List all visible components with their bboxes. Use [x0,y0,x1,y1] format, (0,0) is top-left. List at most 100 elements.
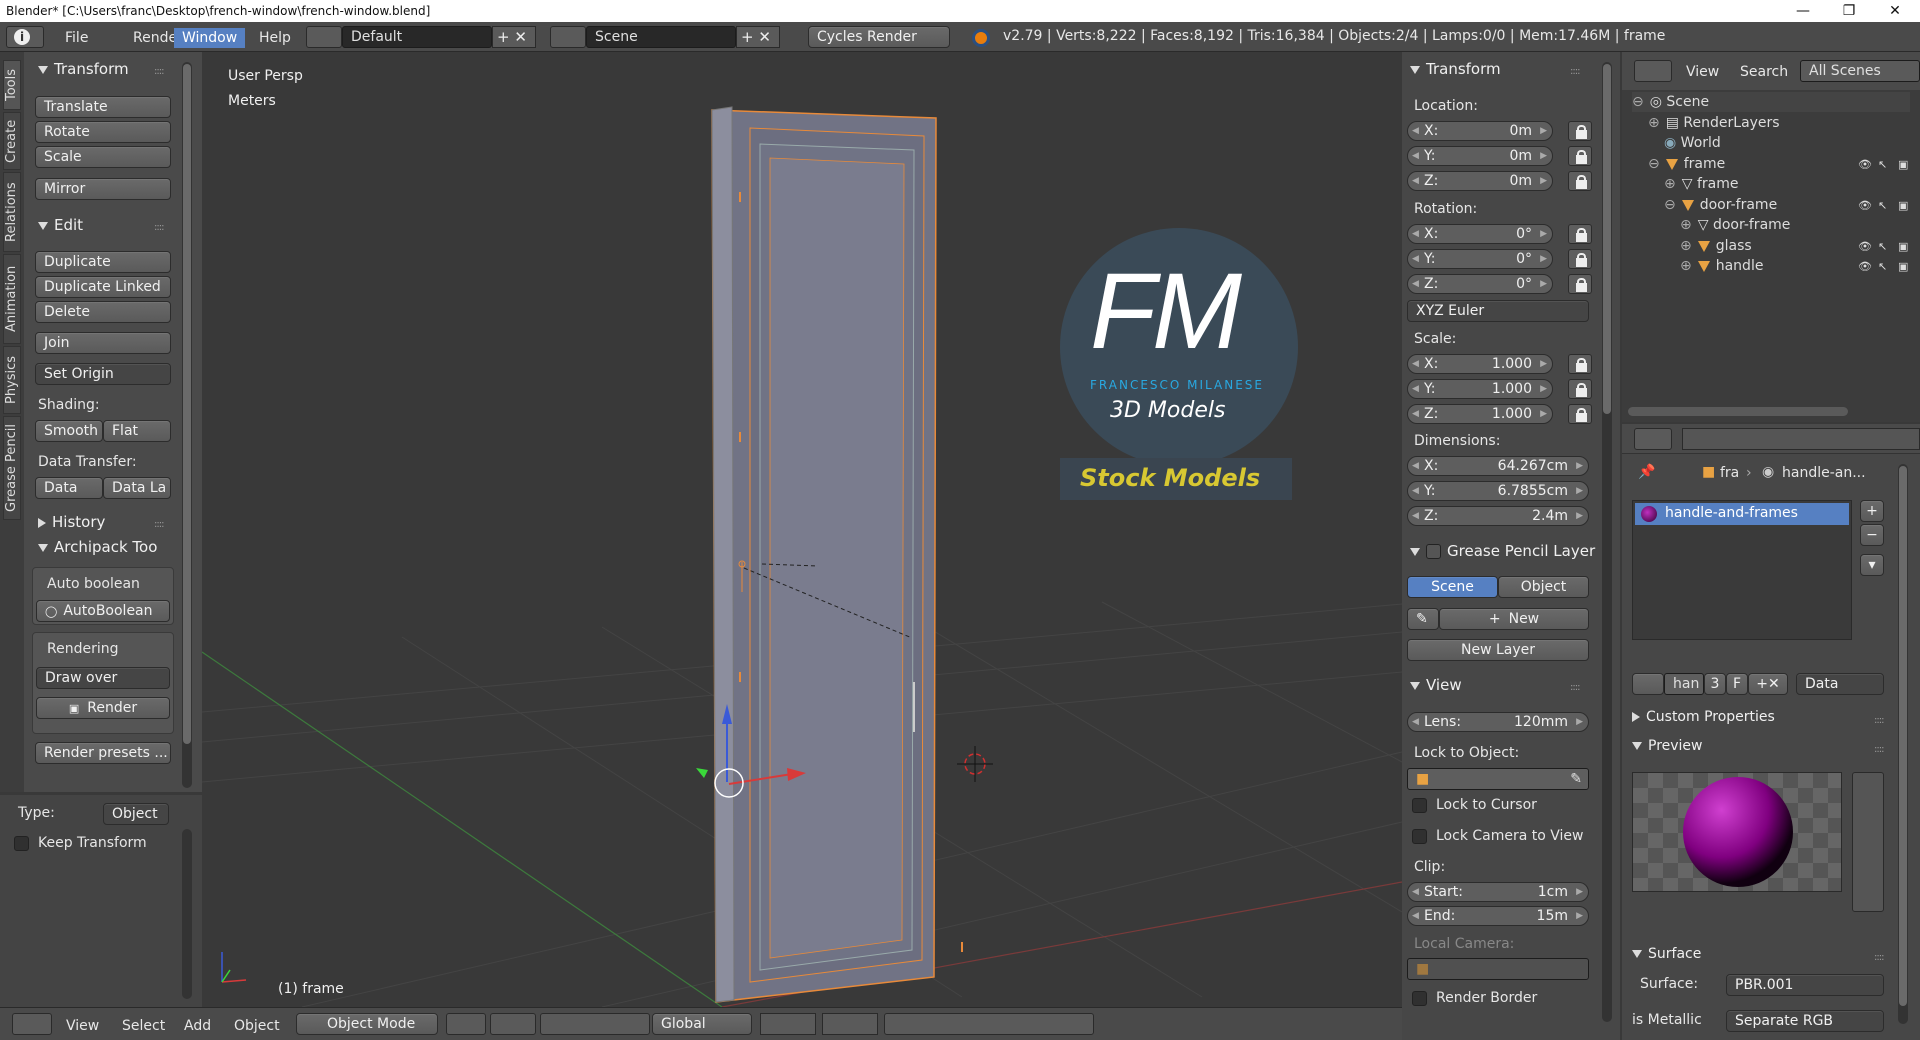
lock-icon[interactable] [1568,404,1592,424]
delete-button[interactable]: Delete [35,301,171,323]
lock-icon[interactable] [1568,379,1592,399]
mirror-button[interactable]: Mirror [35,178,171,200]
scrollbar-thumb[interactable] [183,64,191,744]
preview-header[interactable]: Preview [1632,738,1703,754]
lock-icon[interactable] [1568,171,1592,191]
dimensions-x-field[interactable]: ◀ X: 64.267cm ▶ [1407,456,1589,476]
scrollbar-thumb[interactable] [1899,466,1907,1006]
is-metallic-select[interactable]: Separate RGB [1726,1010,1884,1032]
drag-handle-icon[interactable]: :::: [154,222,165,233]
render-camera-icon[interactable]: ▣ [1898,199,1908,212]
outliner-row-frame[interactable]: ⊖ frame [1648,154,1725,174]
render-engine-select[interactable]: Cycles Render [808,26,950,48]
smooth-button[interactable]: Smooth [35,420,103,442]
editor-type-button[interactable]: i [6,26,44,48]
translate-button[interactable]: Translate [35,96,171,118]
render-camera-icon[interactable]: ▣ [1898,158,1908,171]
layers-group-2[interactable] [822,1013,878,1035]
drag-handle-icon[interactable]: :::: [154,66,165,77]
grease-pencil-header[interactable]: Grease Pencil Layer [1410,542,1595,560]
join-button[interactable]: Join [35,332,171,354]
fake-user-button[interactable]: F [1726,673,1748,695]
menu-object[interactable]: Object [226,1016,288,1036]
outliner-row-handle[interactable]: ⊕ handle [1680,256,1763,276]
new-grease-button[interactable]: + New [1439,608,1589,630]
link-select[interactable]: Data [1796,673,1884,695]
set-origin-select[interactable]: Set Origin [35,363,171,385]
duplicate-button[interactable]: Duplicate [35,251,171,273]
lock-icon[interactable] [1568,224,1592,244]
pin-icon[interactable]: 📌 [1638,464,1655,480]
outliner-h-scrollbar[interactable] [1628,407,1848,416]
scene-name-field[interactable]: Scene [586,26,736,48]
drag-handle-icon[interactable]: :::: [1874,744,1885,755]
outliner-row-door-frame-mesh[interactable]: ⊕ ▽ door-frame [1680,215,1790,235]
close-window-button[interactable]: ✕ [1872,0,1918,22]
scale-x-field[interactable]: ◀ X: 1.000 ▶ [1407,354,1553,374]
context-tabs[interactable] [1682,428,1920,450]
3d-cursor[interactable] [957,746,993,782]
tab-tools[interactable]: Tools [3,60,21,110]
outliner-row-door-frame[interactable]: ⊖ door-frame [1664,195,1777,215]
outliner-menu-search[interactable]: Search [1732,62,1796,82]
outliner-row-renderlayers[interactable]: ⊕ ▤ RenderLayers [1648,113,1780,133]
type-select[interactable]: Object [103,803,169,825]
scene-browse-button[interactable] [550,26,586,48]
select-arrow-icon[interactable]: ↖ [1878,260,1887,273]
menu-help[interactable]: Help [251,28,299,48]
clip-start-field[interactable]: ◀ Start: 1cm ▶ [1407,882,1589,902]
render-border-checkbox[interactable] [1412,991,1427,1006]
editor-type-button[interactable] [12,1013,52,1035]
snap-and-render-tools[interactable] [884,1013,1094,1035]
drag-handle-icon[interactable]: :::: [1570,66,1581,77]
tab-grease-pencil[interactable]: Grease Pencil [3,416,21,520]
tab-create[interactable]: Create [3,112,21,170]
operator-scrollbar[interactable] [182,829,192,999]
transform-header[interactable]: Transform [1410,60,1501,78]
grease-scene-tab[interactable]: Scene [1407,576,1498,598]
history-panel-header[interactable]: History [38,513,105,531]
render-camera-icon[interactable]: ▣ [1898,260,1908,273]
drag-handle-icon[interactable]: :::: [1874,952,1885,963]
select-arrow-icon[interactable]: ↖ [1878,240,1887,253]
pivot-select[interactable] [490,1013,536,1035]
dimensions-y-field[interactable]: ◀ Y: 6.7855cm ▶ [1407,481,1589,501]
menu-select[interactable]: Select [114,1016,173,1036]
drag-handle-icon[interactable]: :::: [1570,682,1581,693]
scrollbar-thumb[interactable] [1603,64,1611,414]
location-x-field[interactable]: ◀ X: 0m ▶ [1407,121,1553,141]
remove-slot-button[interactable]: − [1860,524,1884,546]
manipulator-toggles[interactable] [540,1013,650,1035]
data-layout-button[interactable]: Data La [103,477,171,499]
door-frame-object[interactable] [711,106,963,1003]
lock-icon[interactable] [1568,249,1592,269]
lock-camera-checkbox[interactable] [1412,829,1427,844]
lock-icon[interactable] [1568,146,1592,166]
preview-type-buttons[interactable] [1852,772,1884,912]
clip-end-field[interactable]: ◀ End: 15m ▶ [1407,906,1589,926]
rotation-y-field[interactable]: ◀ Y: 0° ▶ [1407,249,1553,269]
surface-header[interactable]: Surface [1632,946,1701,962]
outliner-row-frame-mesh[interactable]: ⊕ ▽ frame [1664,174,1738,194]
flat-button[interactable]: Flat [103,420,171,442]
eyedropper-icon[interactable]: ✎ [1570,769,1582,789]
outliner-row-glass[interactable]: ⊕ glass [1680,236,1752,256]
select-arrow-icon[interactable]: ↖ [1878,158,1887,171]
archipack-panel-header[interactable]: Archipack Too [38,538,157,556]
layout-add-remove[interactable]: + ✕ [492,26,536,48]
toolshelf-scrollbar[interactable] [182,62,192,788]
view-header[interactable]: View [1410,676,1462,694]
rotation-mode-select[interactable]: XYZ Euler [1407,300,1589,322]
scale-z-field[interactable]: ◀ Z: 1.000 ▶ [1407,404,1553,424]
location-z-field[interactable]: ◀ Z: 0m ▶ [1407,171,1553,191]
slot-specials-button[interactable]: ▾ [1860,554,1884,576]
properties-scrollbar[interactable] [1898,464,1908,1024]
data-button[interactable]: Data [35,477,103,499]
material-slot-list[interactable]: handle-and-frames [1632,500,1852,640]
layout-name-field[interactable]: Default [342,26,492,48]
shading-select[interactable] [446,1013,486,1035]
lock-to-cursor-checkbox[interactable] [1412,798,1427,813]
surface-select[interactable]: PBR.001 [1726,974,1884,996]
keep-transform-checkbox[interactable] [14,836,29,851]
grease-object-tab[interactable]: Object [1498,576,1589,598]
